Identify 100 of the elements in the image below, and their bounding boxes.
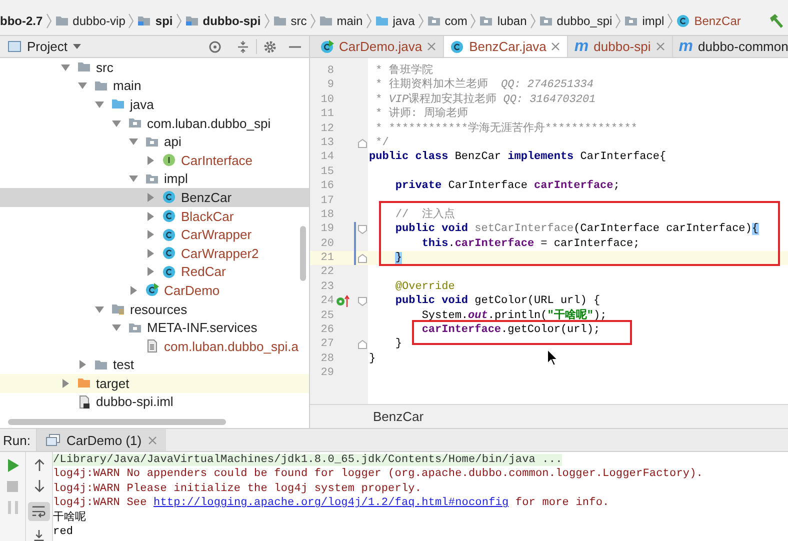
change-marker[interactable] [354,222,356,237]
breadcrumb-item[interactable]: dubbo-spi [184,14,261,28]
expanded-arrow-icon[interactable] [78,81,87,90]
package-icon [128,320,142,335]
collapsed-arrow-icon[interactable] [61,378,70,388]
line-number: 21 [320,251,334,266]
breadcrumb-item[interactable]: java [374,14,415,28]
expanded-arrow-icon[interactable] [95,100,104,109]
code-line: public void setCarInterface(CarInterface carInterface){ [394,222,758,237]
folder-icon [77,60,91,74]
tree-item[interactable]: CarWrapper2 [0,244,309,263]
fold-icon[interactable] [358,254,367,264]
breadcrumb-item[interactable]: dubbo-vip [54,14,126,28]
collapsed-arrow-icon[interactable] [146,212,155,221]
tree-item[interactable]: java [0,95,309,114]
change-marker[interactable] [354,251,356,266]
breadcrumb-item[interactable]: luban [479,14,527,28]
scrollbar-thumb[interactable] [8,419,226,425]
collapsed-arrow-icon[interactable] [78,360,87,370]
breadcrumb-item[interactable]: com [426,14,468,28]
change-marker[interactable] [354,236,356,252]
close-icon[interactable] [656,42,665,51]
folder-icon [374,14,389,28]
tree-item[interactable]: RedCar [0,262,309,282]
hammer-icon[interactable] [768,12,784,28]
line-number: 29 [320,366,334,381]
scroll-to-end-icon[interactable] [33,530,45,541]
expanded-arrow-icon[interactable] [112,118,121,128]
collapsed-arrow-icon[interactable] [129,286,138,295]
breadcrumb-item[interactable]: src [272,14,307,28]
collapse-icon[interactable] [236,40,250,54]
class-icon [162,246,176,260]
breadcrumb-item[interactable]: dubbo_spi [538,14,612,28]
chevron-icon [46,12,52,28]
tree-item[interactable]: META-INF.services [0,318,309,337]
maven-icon: m [574,40,589,54]
editor-tab[interactable]: m dubbo-common [672,36,788,57]
folder-icon [94,358,108,372]
fold-icon[interactable] [358,340,367,350]
file-icon [77,394,91,409]
editor-tab[interactable]: m dubbo-spi [568,36,673,57]
folder-icon [54,14,69,28]
implements-icon[interactable] [336,295,350,308]
crosshair-icon[interactable] [208,40,222,54]
project-view-dropdown[interactable]: Project [27,39,82,54]
caret-icon [73,44,82,49]
fold-icon[interactable] [358,138,367,148]
tree-item[interactable]: test [0,356,309,374]
line-number: 12 [320,122,334,136]
breadcrumb-item[interactable]: spi [137,14,173,28]
collapsed-arrow-icon[interactable] [146,248,155,258]
expanded-arrow-icon[interactable] [129,137,138,146]
collapsed-arrow-icon[interactable] [146,156,155,165]
code-line: public void getColor(URL url) { [394,294,600,309]
breadcrumb-item[interactable]: BenzCar [676,14,741,28]
expanded-arrow-icon[interactable] [61,62,70,72]
expanded-arrow-icon[interactable] [112,323,121,332]
tree-item[interactable]: main [0,76,309,96]
run-tab[interactable]: CarDemo (1) [37,429,166,451]
tree-item[interactable]: src [0,58,309,77]
collapsed-arrow-icon[interactable] [146,267,155,276]
tree-item[interactable]: api [0,132,309,151]
tree-item[interactable]: target [0,374,309,393]
tree-item[interactable]: resources [0,300,309,318]
tree-item[interactable]: com.luban.dubbo_spi [0,114,309,132]
collapsed-arrow-icon[interactable] [146,230,155,240]
console-link[interactable]: http://logging.apache.org/log4j/1.2/faq.html#noconfig [154,497,509,510]
editor-tab[interactable]: BenzCar.java [444,36,568,57]
tree-item[interactable]: CarInterface [0,150,309,170]
close-icon[interactable] [148,436,157,444]
down-arrow-icon[interactable] [34,480,44,493]
soft-wrap-icon[interactable] [28,502,50,521]
up-arrow-icon[interactable] [34,459,44,472]
scrollbar-thumb[interactable] [300,226,306,281]
breadcrumb-item[interactable]: impl [624,14,664,28]
settings-icon[interactable] [263,40,277,54]
module-folder-icon [184,14,199,28]
breadcrumb-item[interactable]: main [318,14,363,28]
tree-item[interactable]: CarDemo [0,281,309,300]
expanded-arrow-icon[interactable] [129,174,138,184]
tree-item[interactable]: com.luban.dubbo_spi.a [0,336,309,356]
fold-icon[interactable] [358,225,367,234]
breadcrumb-item[interactable]: bbo-2.7 [0,14,43,28]
mouse-pointer-icon [547,349,558,366]
fold-icon[interactable] [358,297,367,306]
close-icon[interactable] [427,42,436,51]
tree-item[interactable]: impl [0,170,309,188]
tree-item[interactable]: BlackCar [0,206,309,226]
expanded-arrow-icon[interactable] [95,304,104,314]
console-line: log4j:WARN See http://logging.apache.org/log4j/1.2/faq.html#noconfig for more info. [53,497,610,510]
class-icon [162,264,176,279]
collapsed-arrow-icon[interactable] [146,192,155,202]
tree-item[interactable]: BenzCar [0,188,309,207]
breadcrumb-item[interactable]: BenzCar [373,409,424,424]
close-icon[interactable] [551,42,560,51]
tree-item[interactable]: dubbo-spi.iml [0,392,309,412]
run-icon[interactable] [6,459,18,472]
line-number: 19 [320,222,334,237]
line-number: 22 [320,265,334,280]
tree-item[interactable]: CarWrapper [0,225,309,244]
